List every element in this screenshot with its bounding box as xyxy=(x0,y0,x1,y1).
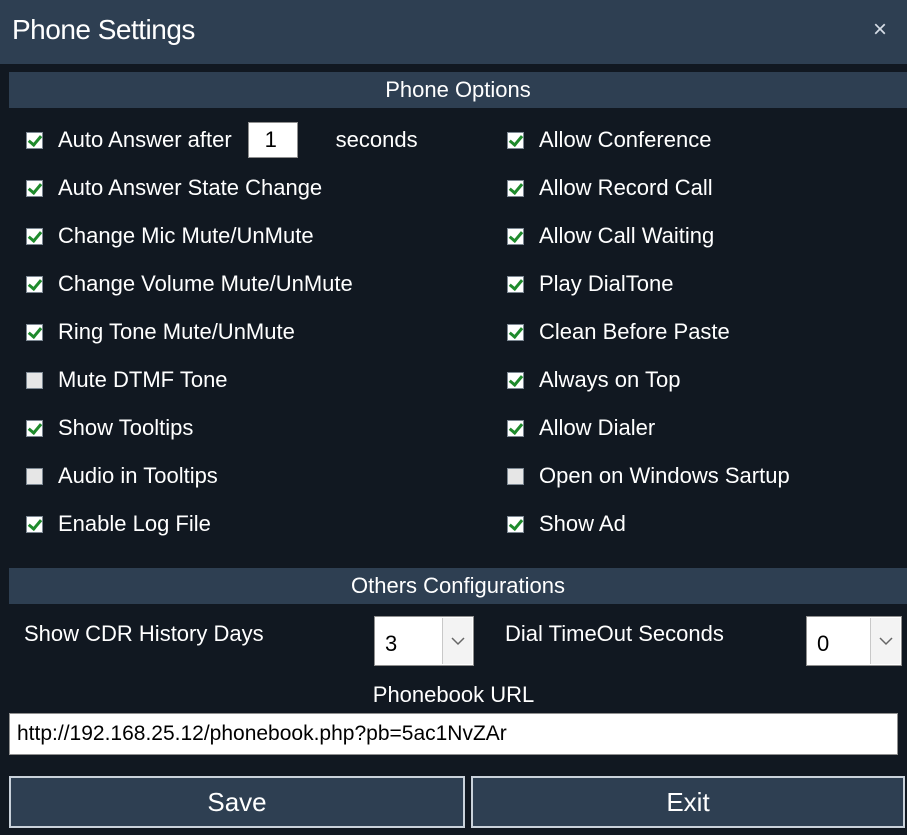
phone-settings-window: Phone Settings × Phone Options Auto Answ… xyxy=(0,0,907,835)
close-icon[interactable]: × xyxy=(873,18,887,42)
cdr-history-days-value: 3 xyxy=(385,631,398,656)
change-volume-mute-option[interactable]: Change Volume Mute/UnMute xyxy=(26,270,353,298)
auto-answer-seconds-label: seconds xyxy=(335,127,418,152)
checkbox[interactable] xyxy=(26,371,43,389)
option-label: Auto Answer State Change xyxy=(58,175,323,200)
mute-dtmf-tone-option[interactable]: Mute DTMF Tone xyxy=(26,366,228,394)
allow-dialer-option[interactable]: Allow Dialer xyxy=(507,414,655,442)
checkbox[interactable] xyxy=(507,371,524,389)
checkbox[interactable] xyxy=(507,275,524,293)
auto-answer-seconds-input[interactable]: 1 xyxy=(247,122,298,158)
open-on-startup-option[interactable]: Open on Windows Sartup xyxy=(507,462,790,490)
option-label: Clean Before Paste xyxy=(539,319,730,344)
allow-call-waiting-option[interactable]: Allow Call Waiting xyxy=(507,222,714,250)
others-configurations-header: Others Configurations xyxy=(9,568,907,604)
phonebook-url-input[interactable]: http://192.168.25.12/phonebook.php?pb=5a… xyxy=(9,713,898,755)
auto-answer-checkbox[interactable] xyxy=(26,131,43,149)
checkbox[interactable] xyxy=(507,467,524,485)
checkbox[interactable] xyxy=(26,323,43,341)
phonebook-url-label: Phonebook URL xyxy=(372,682,535,707)
save-button[interactable]: Save xyxy=(9,776,465,828)
title-bar: Phone Settings × xyxy=(0,0,907,64)
checkbox[interactable] xyxy=(507,131,524,149)
auto-answer-option[interactable]: Auto Answer after 1 seconds xyxy=(26,122,418,158)
checkbox[interactable] xyxy=(507,179,524,197)
option-label: Change Volume Mute/UnMute xyxy=(58,271,353,296)
checkbox[interactable] xyxy=(26,275,43,293)
option-label: Allow Dialer xyxy=(539,415,656,440)
allow-conference-option[interactable]: Allow Conference xyxy=(507,126,711,154)
enable-log-file-option[interactable]: Enable Log File xyxy=(26,510,211,538)
audio-in-tooltips-option[interactable]: Audio in Tooltips xyxy=(26,462,218,490)
checkbox[interactable] xyxy=(26,227,43,245)
show-tooltips-option[interactable]: Show Tooltips xyxy=(26,414,193,442)
option-label: Allow Conference xyxy=(539,127,712,152)
checkbox[interactable] xyxy=(507,227,524,245)
option-label: Allow Record Call xyxy=(539,175,713,200)
checkbox[interactable] xyxy=(26,419,43,437)
ring-tone-mute-option[interactable]: Ring Tone Mute/UnMute xyxy=(26,318,295,346)
option-label: Always on Top xyxy=(539,367,681,392)
auto-answer-state-change-option[interactable]: Auto Answer State Change xyxy=(26,174,322,202)
option-label: Audio in Tooltips xyxy=(58,463,218,488)
chevron-down-icon[interactable] xyxy=(442,618,472,664)
option-label: Ring Tone Mute/UnMute xyxy=(58,319,295,344)
option-label: Mute DTMF Tone xyxy=(58,367,228,392)
auto-answer-label: Auto Answer after xyxy=(58,127,232,152)
phone-options-header: Phone Options xyxy=(9,72,907,108)
checkbox[interactable] xyxy=(26,179,43,197)
option-label: Show Tooltips xyxy=(58,415,194,440)
clean-before-paste-option[interactable]: Clean Before Paste xyxy=(507,318,730,346)
option-label: Open on Windows Sartup xyxy=(539,463,790,488)
cdr-history-days-select[interactable]: 3 xyxy=(374,616,474,666)
checkbox[interactable] xyxy=(26,467,43,485)
chevron-down-icon[interactable] xyxy=(870,618,900,664)
show-ad-option[interactable]: Show Ad xyxy=(507,510,626,538)
option-label: Allow Call Waiting xyxy=(539,223,715,248)
exit-button[interactable]: Exit xyxy=(471,776,905,828)
change-mic-mute-option[interactable]: Change Mic Mute/UnMute xyxy=(26,222,314,250)
checkbox[interactable] xyxy=(507,515,524,533)
option-label: Enable Log File xyxy=(58,511,211,536)
allow-record-call-option[interactable]: Allow Record Call xyxy=(507,174,713,202)
checkbox[interactable] xyxy=(507,323,524,341)
always-on-top-option[interactable]: Always on Top xyxy=(507,366,680,394)
window-title: Phone Settings xyxy=(12,14,195,45)
option-label: Change Mic Mute/UnMute xyxy=(58,223,314,248)
dial-timeout-seconds-select[interactable]: 0 xyxy=(806,616,902,666)
dial-timeout-seconds-value: 0 xyxy=(817,631,830,656)
play-dialtone-option[interactable]: Play DialTone xyxy=(507,270,674,298)
option-label: Show Ad xyxy=(539,511,626,536)
dial-timeout-seconds-label: Dial TimeOut Seconds xyxy=(505,621,724,646)
checkbox[interactable] xyxy=(26,515,43,533)
checkbox[interactable] xyxy=(507,419,524,437)
option-label: Play DialTone xyxy=(539,271,674,296)
cdr-history-days-label: Show CDR History Days xyxy=(24,621,264,646)
